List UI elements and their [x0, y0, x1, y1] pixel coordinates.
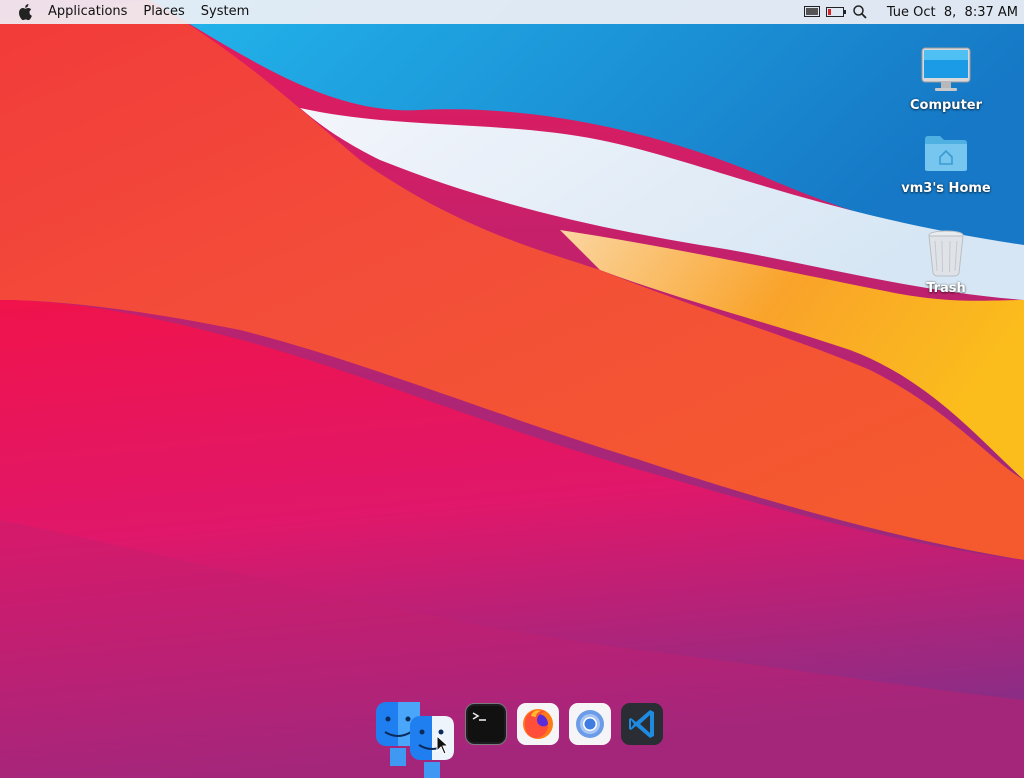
- menu-applications[interactable]: Applications: [40, 0, 135, 24]
- dock-item-chromium[interactable]: [568, 702, 612, 746]
- vscode-icon: [621, 703, 663, 745]
- firefox-icon: [517, 703, 559, 745]
- top-menu-bar: Applications Places System Tue Oct 8, 8:…: [0, 0, 1024, 24]
- desktop-icon-computer[interactable]: Computer: [891, 44, 1001, 113]
- desktop-icon-label: vm3's Home: [901, 181, 991, 196]
- home-folder-icon: [925, 136, 967, 171]
- computer-icon: [921, 47, 971, 91]
- dock-item-vscode[interactable]: [620, 702, 664, 746]
- menu-places[interactable]: Places: [135, 0, 192, 24]
- display-icon[interactable]: [803, 4, 821, 20]
- wallpaper: [0, 0, 1024, 778]
- dock: [368, 698, 668, 778]
- trash-icon: [928, 230, 964, 277]
- search-icon[interactable]: [851, 4, 869, 20]
- desktop-icon-label: Computer: [909, 98, 983, 113]
- mouse-cursor-icon: [436, 735, 450, 755]
- clock[interactable]: Tue Oct 8, 8:37 AM: [887, 5, 1018, 20]
- terminal-icon: [465, 703, 507, 745]
- dock-item-firefox[interactable]: [516, 702, 560, 746]
- desktop[interactable]: Applications Places System Tue Oct 8, 8:…: [0, 0, 1024, 778]
- menu-system[interactable]: System: [193, 0, 257, 24]
- system-tray: Tue Oct 8, 8:37 AM: [799, 0, 1024, 24]
- apple-logo-icon[interactable]: [18, 4, 32, 20]
- desktop-icon-trash[interactable]: Trash: [891, 227, 1001, 296]
- chromium-icon: [569, 703, 611, 745]
- desktop-icon-home[interactable]: vm3's Home: [891, 127, 1001, 196]
- desktop-icon-label: Trash: [926, 281, 966, 296]
- battery-icon[interactable]: [825, 4, 847, 20]
- dock-item-terminal[interactable]: [464, 702, 508, 746]
